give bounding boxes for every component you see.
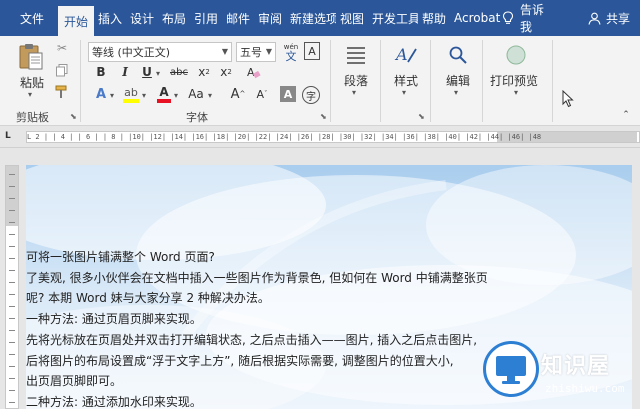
cut-icon[interactable]: ✂ [54, 40, 70, 56]
paste-button[interactable] [14, 42, 48, 72]
font-name-combo[interactable]: 等线 (中文正文) ▼ [88, 42, 232, 62]
print-preview-label: 打印预览 [490, 74, 539, 88]
change-case-icon[interactable]: Aa [188, 86, 204, 102]
svg-text:A: A [394, 45, 408, 64]
watermark-title: 知识屋 [541, 354, 611, 379]
vertical-ruler[interactable] [5, 165, 19, 409]
text-effects-icon[interactable]: A [94, 86, 108, 102]
editing-label: 编辑 [446, 74, 471, 88]
editing-button[interactable] [444, 42, 472, 68]
monitor-icon [496, 356, 526, 384]
character-shading-icon[interactable]: A [280, 86, 296, 102]
subscript-button[interactable]: x2 [196, 64, 212, 80]
styles-launcher-icon[interactable]: ⬊ [418, 112, 425, 121]
doc-line: 一种方法: 通过页眉页脚来实现。 [26, 312, 202, 327]
svg-text:A: A [247, 66, 255, 79]
ribbon-tab-bar: 文件 开始 插入 设计 布局 引用 邮件 审阅 新建选项 视图 开发工具 帮助 … [0, 0, 640, 36]
lightbulb-icon [502, 11, 514, 24]
paragraph-button[interactable] [342, 42, 370, 68]
tab-mailings[interactable]: 邮件 [222, 0, 254, 36]
tab-insert[interactable]: 插入 [94, 0, 126, 36]
format-painter-icon[interactable] [54, 84, 70, 100]
ribbon-home: 粘贴 ▾ ✂ 剪贴板 ⬊ 等线 (中文正文) ▼ 五号 ▼ wén 文 A B … [0, 36, 640, 126]
search-icon [449, 46, 467, 64]
tab-acrobat[interactable]: Acrobat [450, 0, 502, 36]
font-group-label: 字体 [186, 111, 208, 124]
underline-button[interactable]: U [140, 64, 154, 80]
person-icon [588, 12, 601, 25]
clipboard-group-label: 剪贴板 [16, 111, 49, 124]
ruler-ticks: L 2 | | 4 | | 6 | | 8 | |10| |12| |14| |… [27, 133, 542, 141]
chevron-down-icon[interactable]: ▾ [142, 91, 146, 100]
tab-developer[interactable]: 开发工具 [368, 0, 418, 36]
tab-file[interactable]: 文件 [0, 0, 58, 36]
tell-me-label: 告诉我 [520, 3, 545, 34]
bold-button[interactable]: B [94, 64, 108, 80]
doc-line: 出页眉页脚即可。 [26, 374, 123, 389]
phonetic-guide-button[interactable]: wén 文 [282, 40, 300, 64]
chevron-down-icon[interactable]: ▾ [514, 88, 518, 97]
watermark-subtitle: zhishiwu.com [545, 382, 625, 395]
clear-formatting-icon[interactable]: A [246, 64, 262, 80]
chevron-down-icon[interactable]: ▾ [454, 88, 458, 97]
strikethrough-button[interactable]: abc [168, 64, 190, 80]
font-launcher-icon[interactable]: ⬊ [320, 112, 327, 121]
document-body[interactable]: 可将一张图片铺满整个 Word 页面? 了美观, 很多小伙伴会在文档中插入一些图… [26, 247, 546, 409]
mouse-cursor-icon [562, 90, 574, 108]
font-size-combo[interactable]: 五号 ▼ [236, 42, 276, 62]
watermark-logo [483, 341, 539, 397]
share-button[interactable]: 共享 [588, 10, 640, 27]
doc-line: 后将图片的布局设置成“浮于文字上方”, 随后根据实际需要, 调整图片的位置大小, [26, 353, 454, 368]
align-lines-icon [347, 47, 365, 64]
doc-line: 可将一张图片铺满整个 Word 页面? [26, 250, 215, 264]
clipboard-launcher-icon[interactable]: ⬊ [70, 112, 77, 121]
chevron-down-icon[interactable]: ▾ [402, 88, 406, 97]
grow-font-icon[interactable]: A ^ [230, 86, 246, 102]
doc-line: 呢? 本期 Word 妹与大家分享 2 种解决办法。 [26, 291, 270, 306]
chevron-down-icon[interactable]: ▾ [110, 91, 114, 100]
tab-review[interactable]: 审阅 [254, 0, 286, 36]
print-preview-icon [506, 45, 526, 65]
font-size-value: 五号 [240, 46, 262, 59]
horizontal-ruler: L L 2 | | 4 | | 6 | | 8 | |10| |12| |14|… [0, 126, 640, 148]
paragraph-label: 段落 [344, 74, 369, 88]
doc-line: 二种方法: 通过添加水印来实现。 [26, 394, 202, 409]
chevron-down-icon[interactable]: ▾ [352, 88, 356, 97]
tab-help[interactable]: 帮助 [418, 0, 450, 36]
share-label: 共享 [606, 11, 631, 26]
italic-button[interactable]: I [118, 64, 132, 80]
copy-icon[interactable] [54, 62, 70, 78]
tab-new-options[interactable]: 新建选项 [286, 0, 336, 36]
chevron-down-icon[interactable]: ▾ [156, 69, 160, 78]
clipboard-icon [19, 44, 43, 70]
ruler-scale[interactable]: L 2 | | 4 | | 6 | | 8 | |10| |12| |14| |… [26, 131, 640, 143]
doc-line: 先将光标放在页眉处并双击打开编辑状态, 之后点击插入——图片, 插入之后点击图片… [26, 332, 478, 347]
font-name-value: 等线 (中文正文) [92, 46, 171, 59]
styles-label: 样式 [394, 74, 419, 88]
tab-home[interactable]: 开始 [58, 6, 94, 36]
tell-me-box[interactable]: 告诉我 [502, 1, 588, 35]
tab-design[interactable]: 设计 [126, 0, 158, 36]
styles-icon: A [394, 45, 417, 64]
tab-view[interactable]: 视图 [336, 0, 368, 36]
chevron-down-icon: ▼ [221, 47, 228, 56]
paste-dropdown-arrow[interactable]: ▾ [28, 90, 32, 99]
print-preview-button[interactable] [502, 42, 530, 68]
collapse-ribbon-icon[interactable]: ⌃ [620, 110, 632, 120]
font-color-icon[interactable]: A [156, 84, 172, 104]
tab-layout[interactable]: 布局 [158, 0, 190, 36]
styles-button[interactable]: A [392, 42, 420, 68]
character-border-icon[interactable]: A [304, 42, 320, 60]
highlight-color-icon[interactable]: ab [122, 84, 140, 104]
chevron-down-icon: ▼ [265, 47, 272, 56]
superscript-button[interactable]: x2 [218, 64, 234, 80]
shrink-font-icon[interactable]: Aˇ [254, 86, 270, 102]
doc-line: 了美观, 很多小伙伴会在文档中插入一些图片作为背景色, 但如何在 Word 中铺… [26, 270, 488, 285]
chevron-down-icon[interactable]: ▾ [174, 91, 178, 100]
tab-references[interactable]: 引用 [190, 0, 222, 36]
enclose-characters-icon[interactable]: 字 [302, 86, 320, 104]
chevron-down-icon[interactable]: ▾ [208, 91, 212, 100]
tab-stop-selector[interactable]: L [5, 131, 19, 143]
paste-label: 粘贴 [20, 76, 45, 90]
